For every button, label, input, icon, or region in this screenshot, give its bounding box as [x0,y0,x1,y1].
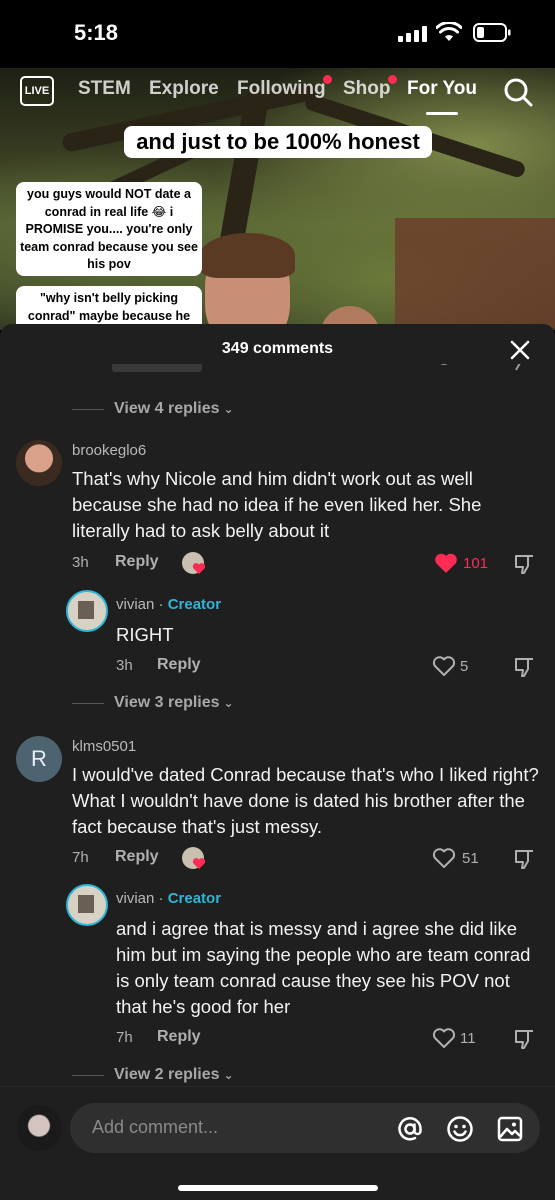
chevron-down-icon: ⌄ [223,402,234,416]
my-avatar[interactable] [16,1105,62,1151]
chevron-down-icon: ⌄ [223,696,234,710]
heart-filled-icon[interactable] [434,552,458,574]
comment-text: That's why Nicole and him didn't work ou… [72,468,482,541]
dislike-icon[interactable] [512,552,536,576]
comment-time: 7h [72,849,89,866]
like-count: 51 [462,850,479,867]
emoji-icon[interactable] [446,1115,474,1143]
comment-input[interactable]: Add comment... [70,1103,540,1153]
partial-comment-row [0,364,555,384]
view-replies-button[interactable]: View 3 replies ⌄ [72,694,234,712]
status-bar: 5:18 [0,0,555,68]
creator-avatar[interactable] [66,590,108,632]
home-indicator [178,1185,378,1191]
view-replies-label: View 4 replies [114,400,220,417]
dislike-icon[interactable] [512,1027,536,1051]
battery-icon [473,23,511,42]
comment-time: 3h [72,554,89,571]
creator-avatar[interactable] [66,884,108,926]
mention-icon[interactable] [396,1115,424,1143]
view-replies-button[interactable]: View 4 replies ⌄ [72,400,234,418]
image-icon[interactable] [496,1115,524,1143]
reply-time: 7h [116,1029,133,1046]
view-replies-label: View 3 replies [114,694,220,711]
wifi-icon [436,22,462,41]
avatar[interactable]: R [16,736,62,782]
comment-input-placeholder: Add comment... [92,1117,219,1137]
comment-input-bar: Add comment... [0,1086,555,1200]
search-icon[interactable] [503,77,533,107]
reply-username[interactable]: vivian [116,890,154,907]
view-replies-label: View 2 replies [114,1066,220,1083]
creator-liked-avatar-icon [182,552,206,574]
cellular-signal-icon [398,26,428,42]
following-notification-dot [323,75,332,84]
like-count: 101 [463,555,489,572]
tab-following[interactable]: Following [237,78,326,100]
comment-username[interactable]: klms0501 [72,738,136,755]
comments-count-title: 349 comments [221,340,334,357]
tab-shop[interactable]: Shop [343,78,391,100]
heart-icon[interactable] [432,655,456,677]
tab-for-you[interactable]: For You [407,78,477,100]
reply-button[interactable]: Reply [157,656,201,674]
reply-time: 3h [116,657,133,674]
heart-icon[interactable] [432,847,456,869]
top-nav: LIVE STEM Explore Following Shop For You [0,72,555,115]
tab-explore[interactable]: Explore [149,78,219,100]
video-caption-left-1: you guys would NOT date a conrad in real… [16,182,202,276]
video-caption-main: and just to be 100% honest [124,126,432,158]
reply-username[interactable]: vivian [116,596,154,613]
avatar[interactable] [16,440,62,486]
heart-icon[interactable] [432,1027,456,1049]
tab-stem[interactable]: STEM [78,78,131,100]
reply-button[interactable]: Reply [115,553,159,571]
reply-text: and i agree that is messy and i agree sh… [116,918,531,1017]
creator-liked-avatar-icon [182,847,206,869]
creator-badge: Creator [167,596,222,613]
reply-text: RIGHT [116,624,174,645]
like-count: 11 [460,1030,476,1047]
reply-button[interactable]: Reply [115,848,159,866]
reply-button[interactable]: Reply [157,1028,201,1046]
view-replies-button[interactable]: View 2 replies ⌄ [72,1066,234,1084]
chevron-down-icon: ⌄ [223,1068,234,1082]
dislike-icon[interactable] [512,655,536,679]
dislike-icon[interactable] [512,847,536,871]
close-icon[interactable] [508,338,532,362]
like-count: 5 [460,658,469,675]
live-button[interactable]: LIVE [20,76,54,106]
status-time: 5:18 [74,20,119,45]
live-label: LIVE [24,85,50,97]
creator-badge: Creator [167,890,222,907]
comment-username[interactable]: brookeglo6 [72,442,146,459]
comment-text: I would've dated Conrad because that's w… [72,764,539,837]
comments-sheet: 349 comments View 4 replies ⌄ brookeglo6… [0,324,555,1200]
active-tab-indicator [426,112,458,115]
shop-notification-dot [388,75,397,84]
